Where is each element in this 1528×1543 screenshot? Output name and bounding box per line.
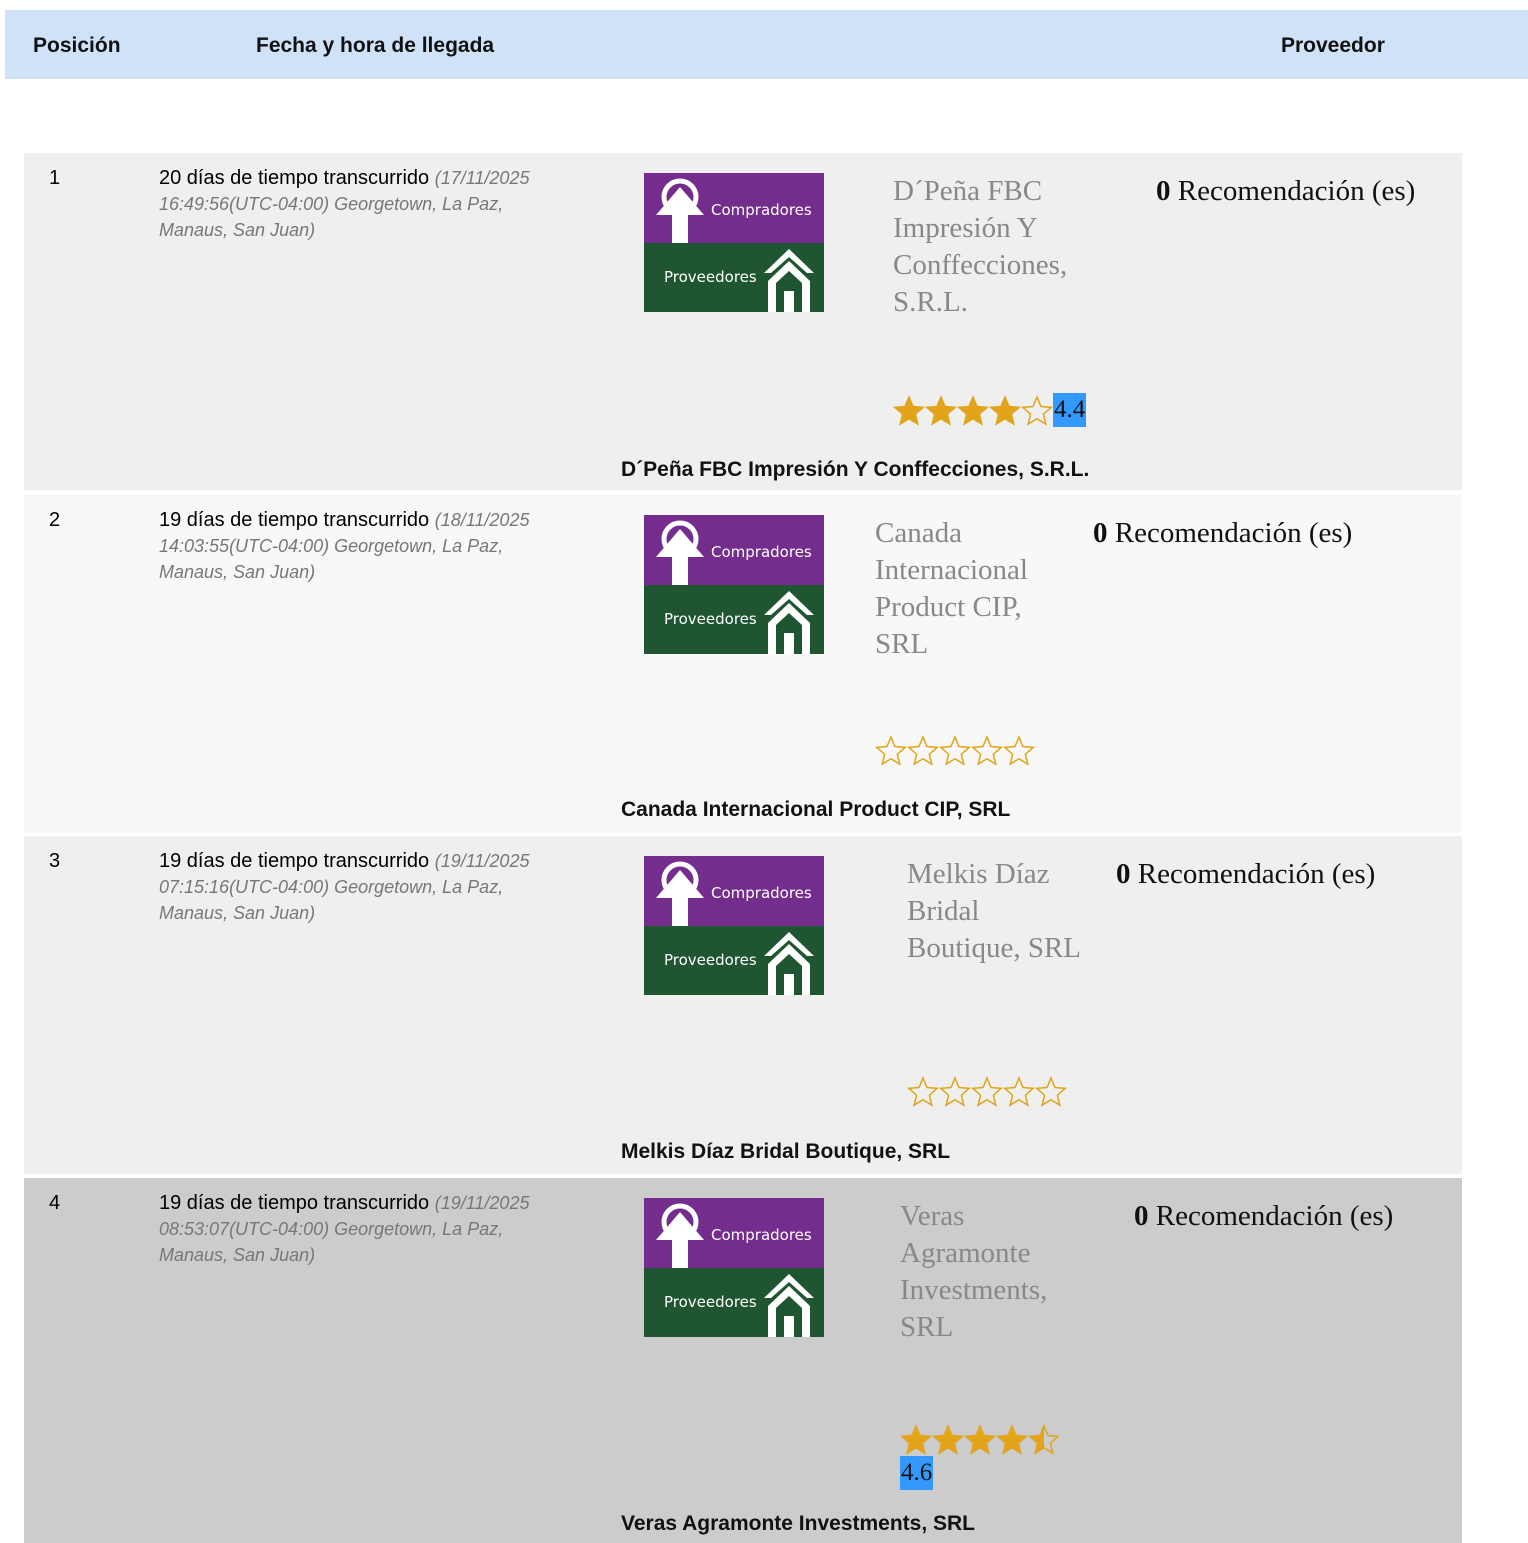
star-empty-icon xyxy=(907,1076,940,1107)
supplier-logo[interactable]: Compradores Proveedores xyxy=(644,515,824,654)
logo-suppliers-text: Proveedores xyxy=(664,610,757,628)
table-row: 3 19 días de tiempo transcurrido (19/11/… xyxy=(24,836,1462,1174)
star-empty-icon xyxy=(938,1076,972,1107)
recommendations: 0 Recomendación (es) xyxy=(1134,1198,1394,1235)
supplier-name-bottom: Veras Agramonte Investments, SRL xyxy=(621,1512,976,1535)
stars-graphic xyxy=(875,735,1035,766)
stars-graphic xyxy=(893,395,1053,426)
arrival-info: 19 días de tiempo transcurrido (19/11/20… xyxy=(159,848,549,926)
recommendations-label: Recomendación (es) xyxy=(1177,175,1416,207)
star-empty-icon xyxy=(1020,395,1053,426)
supplier-name-bottom: Canada Internacional Product CIP, SRL xyxy=(621,798,1011,821)
rating-value: 4.4 xyxy=(1053,393,1087,427)
supplier-name-link[interactable]: Veras Agramonte Investments, SRL xyxy=(900,1198,1080,1346)
star-empty-icon xyxy=(1002,735,1035,766)
star-empty-icon xyxy=(1034,1076,1067,1107)
logo-suppliers-text: Proveedores xyxy=(664,268,757,286)
table-row: 4 19 días de tiempo transcurrido (19/11/… xyxy=(24,1178,1462,1543)
star-filled-icon xyxy=(995,1424,1029,1455)
elapsed-time: 20 días de tiempo transcurrido xyxy=(159,167,430,189)
star-empty-icon xyxy=(875,735,908,766)
header-supplier: Proveedor xyxy=(1281,34,1385,57)
star-filled-icon xyxy=(956,395,990,426)
stars-graphic xyxy=(907,1076,1067,1107)
recommendations-count: 0 xyxy=(1093,517,1108,549)
star-empty-icon xyxy=(938,735,972,766)
row-position: 2 xyxy=(49,509,61,531)
supplier-name-link[interactable]: Melkis Díaz Bridal Boutique, SRL xyxy=(907,856,1087,967)
arrival-info: 20 días de tiempo transcurrido (17/11/20… xyxy=(159,165,549,243)
logo-suppliers-text: Proveedores xyxy=(664,951,757,969)
star-filled-icon xyxy=(924,395,958,426)
star-empty-icon xyxy=(970,735,1004,766)
star-filled-icon xyxy=(988,395,1022,426)
star-empty-icon xyxy=(906,735,940,766)
rating-value: 4.6 xyxy=(900,1456,934,1490)
recommendations-label: Recomendación (es) xyxy=(1114,517,1353,549)
recommendations-count: 0 xyxy=(1134,1200,1149,1232)
table-row: 1 20 días de tiempo transcurrido (17/11/… xyxy=(24,153,1462,490)
recommendations-label: Recomendación (es) xyxy=(1155,1200,1394,1232)
star-empty-icon xyxy=(970,1076,1004,1107)
recommendations-label: Recomendación (es) xyxy=(1137,858,1376,890)
star-empty-icon xyxy=(1002,1076,1036,1107)
supplier-name-bottom: Melkis Díaz Bridal Boutique, SRL xyxy=(621,1140,951,1163)
table-header: Posición Fecha y hora de llegada Proveed… xyxy=(5,10,1528,79)
star-filled-icon xyxy=(893,395,926,426)
arrival-info: 19 días de tiempo transcurrido (19/11/20… xyxy=(159,1190,549,1268)
recommendations-count: 0 xyxy=(1156,175,1171,207)
star-rating xyxy=(875,735,1035,767)
recommendations: 0 Recomendación (es) xyxy=(1156,173,1416,210)
row-position: 4 xyxy=(49,1192,61,1214)
recommendations: 0 Recomendación (es) xyxy=(1093,515,1353,552)
stars-graphic xyxy=(900,1424,1060,1455)
logo-buyers-text: Compradores xyxy=(711,543,812,561)
supplier-logo[interactable]: Compradores Proveedores xyxy=(644,856,824,995)
star-filled-icon xyxy=(900,1424,933,1455)
header-arrival: Fecha y hora de llegada xyxy=(256,34,495,57)
logo-buyers-text: Compradores xyxy=(711,884,812,902)
star-rating xyxy=(907,1076,1067,1108)
supplier-logo[interactable]: Compradores Proveedores xyxy=(644,173,824,312)
logo-buyers-text: Compradores xyxy=(711,201,812,219)
star-half-icon xyxy=(1027,1424,1060,1455)
logo-suppliers-text: Proveedores xyxy=(664,1293,757,1311)
star-rating: 4.6 xyxy=(900,1424,1060,1490)
row-position: 3 xyxy=(49,850,61,872)
header-position: Posición xyxy=(33,34,121,57)
recommendations-count: 0 xyxy=(1116,858,1131,890)
star-filled-icon xyxy=(963,1424,997,1455)
elapsed-time: 19 días de tiempo transcurrido xyxy=(159,1192,430,1214)
logo-buyers-text: Compradores xyxy=(711,1226,812,1244)
supplier-name-link[interactable]: D´Peña FBC Impresión Y Conffecciones, S.… xyxy=(893,173,1093,321)
arrival-info: 19 días de tiempo transcurrido (18/11/20… xyxy=(159,507,549,585)
table-row: 2 19 días de tiempo transcurrido (18/11/… xyxy=(24,495,1462,833)
row-position: 1 xyxy=(49,167,61,189)
supplier-name-bottom: D´Peña FBC Impresión Y Conffecciones, S.… xyxy=(621,458,1090,481)
recommendations: 0 Recomendación (es) xyxy=(1116,856,1376,893)
star-filled-icon xyxy=(931,1424,965,1455)
star-rating: 4.4 xyxy=(893,393,1087,427)
supplier-name-link[interactable]: Canada Internacional Product CIP, SRL xyxy=(875,515,1055,663)
supplier-logo[interactable]: Compradores Proveedores xyxy=(644,1198,824,1337)
elapsed-time: 19 días de tiempo transcurrido xyxy=(159,509,430,531)
elapsed-time: 19 días de tiempo transcurrido xyxy=(159,850,430,872)
